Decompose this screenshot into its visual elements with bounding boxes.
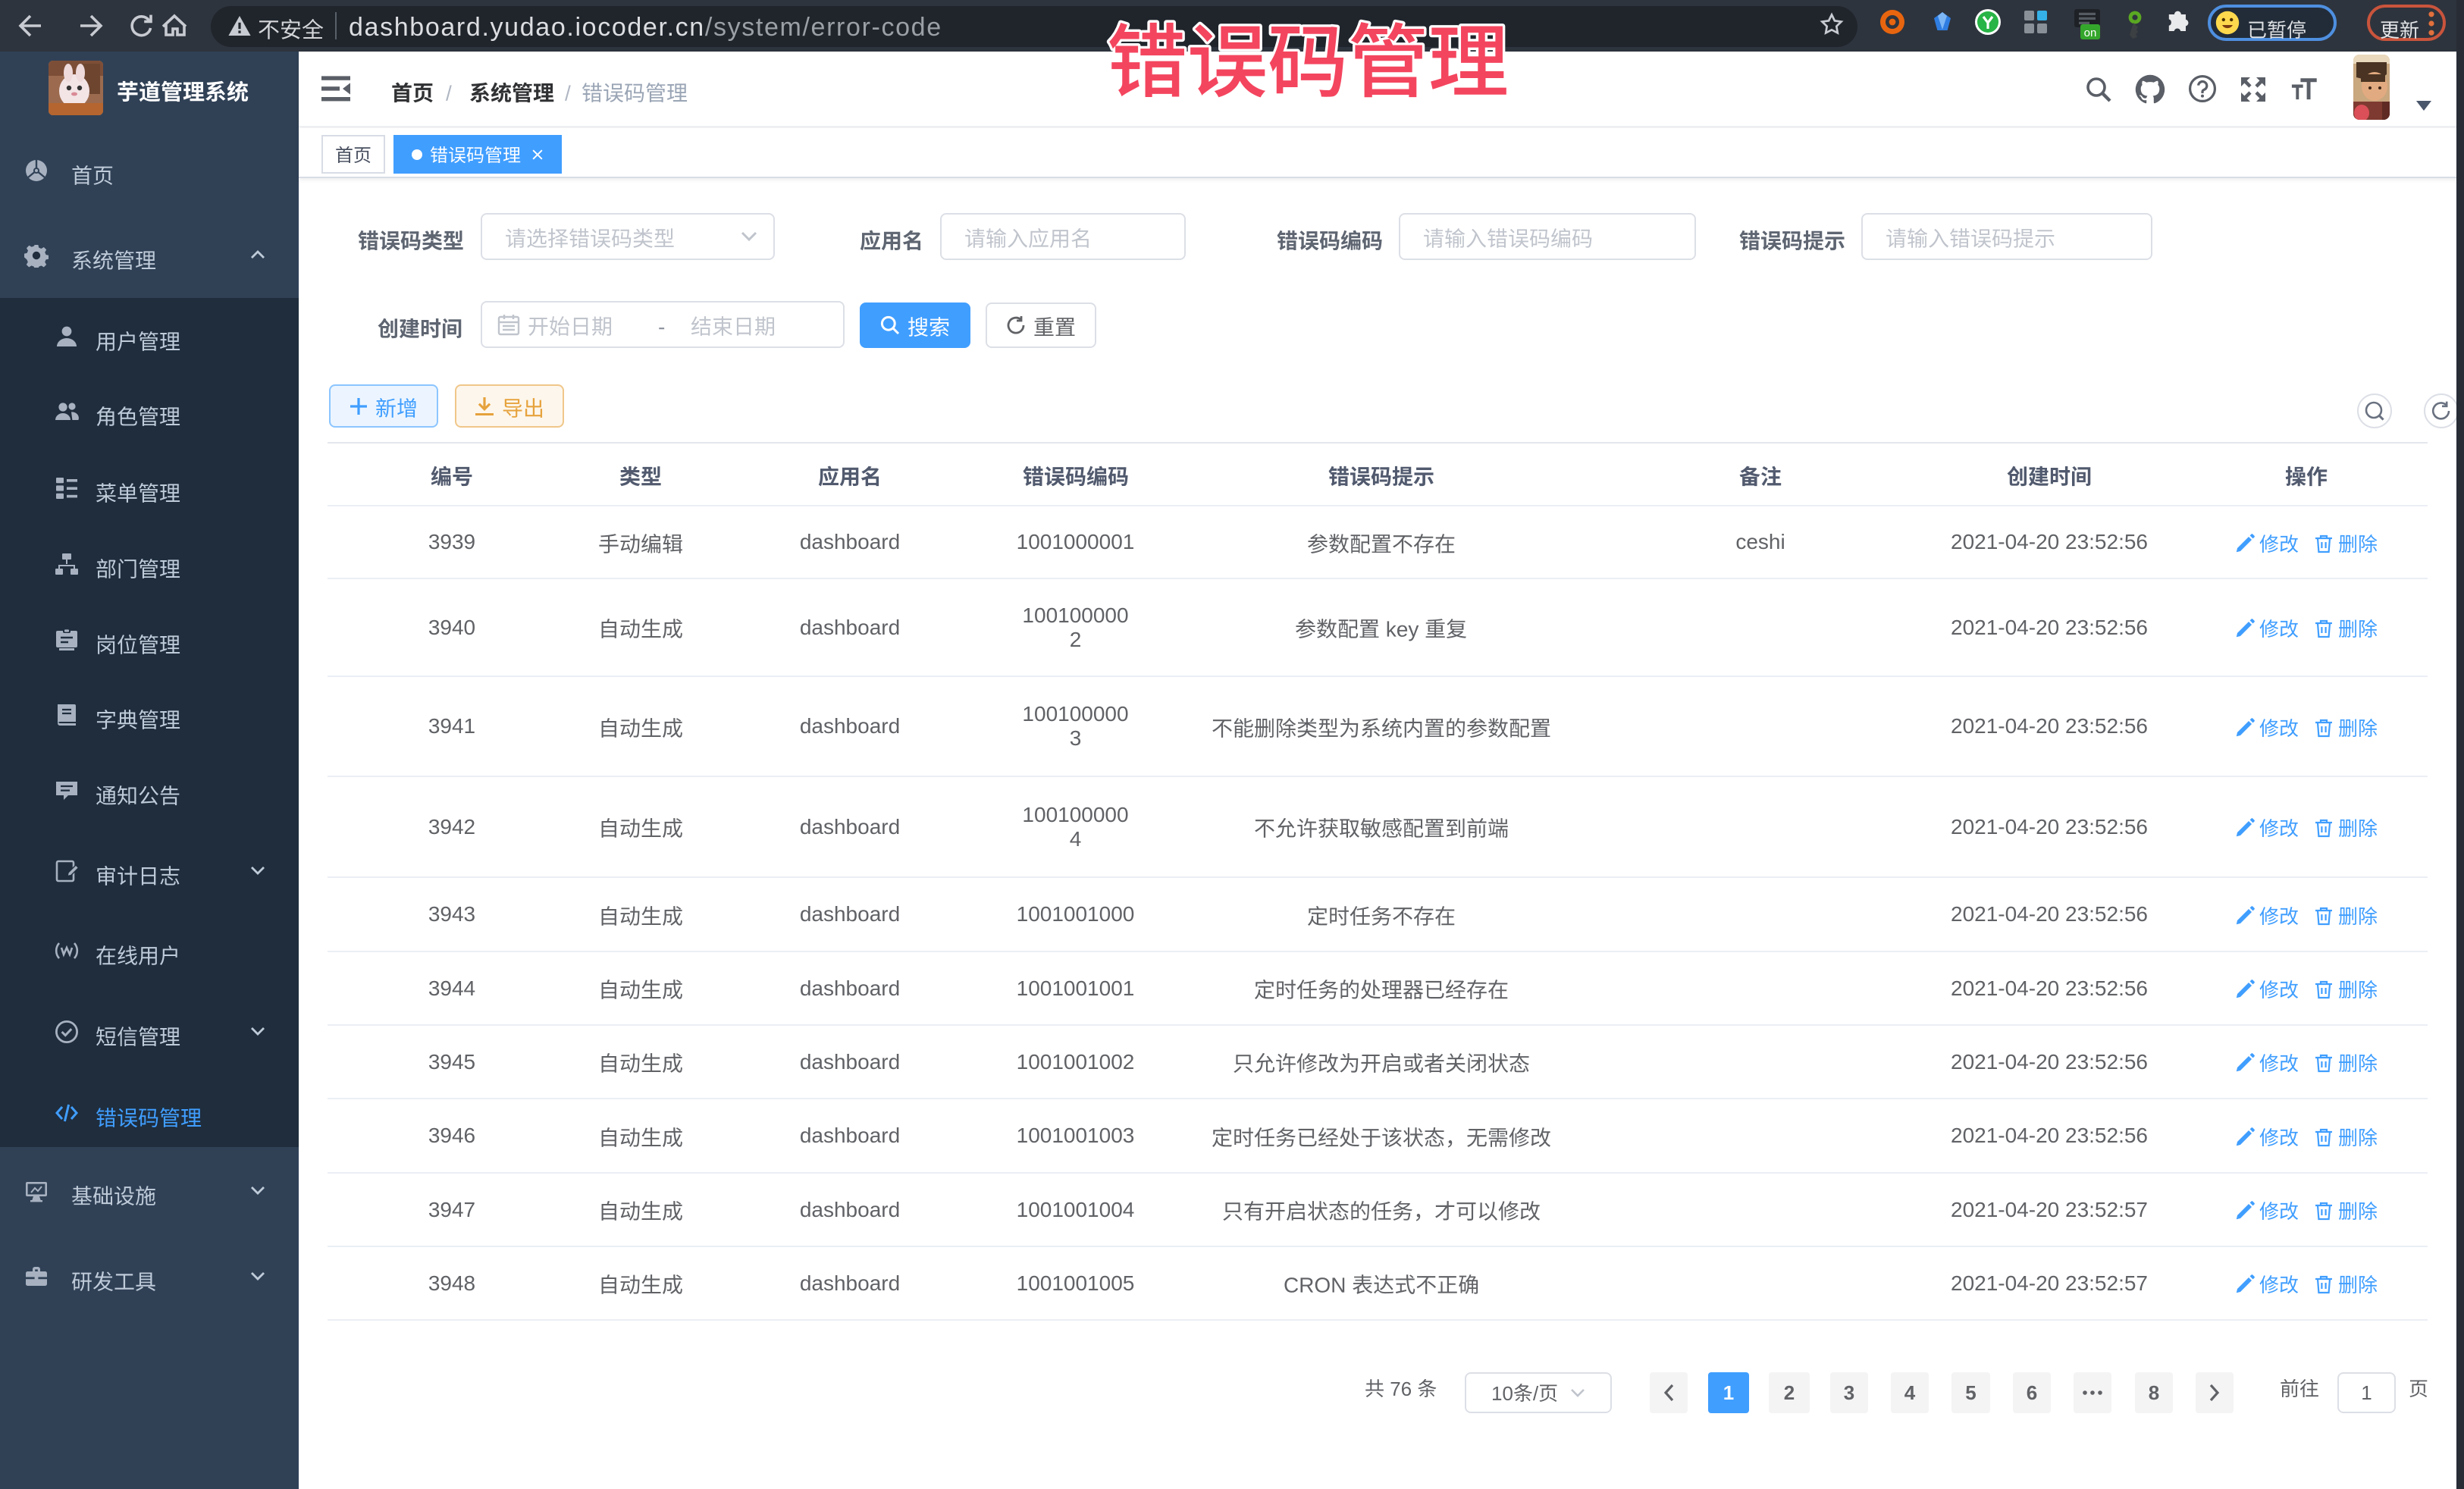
svg-text:on: on: [2084, 27, 2097, 39]
